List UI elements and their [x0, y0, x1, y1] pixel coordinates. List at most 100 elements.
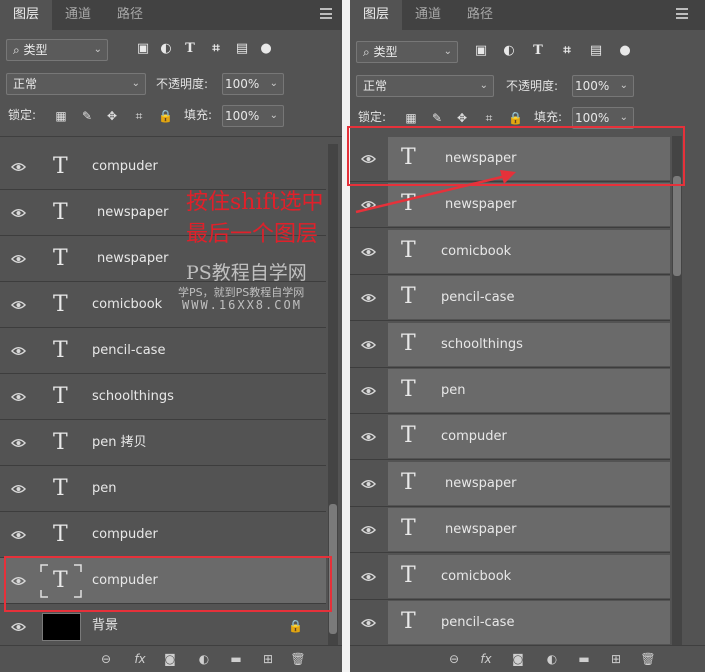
layer-selection-bg [388, 508, 670, 552]
eye-icon[interactable] [11, 530, 26, 540]
trash-icon[interactable]: 🗑 [290, 651, 306, 667]
folder-icon[interactable]: ▬ [228, 651, 244, 667]
link-icon[interactable]: ⊖ [98, 651, 114, 667]
eye-icon[interactable] [11, 346, 26, 356]
tab-channels[interactable]: 通道 [402, 0, 454, 30]
layer-row[interactable]: Tpen [350, 368, 670, 414]
eye-icon[interactable] [11, 208, 26, 218]
layer-row[interactable]: Tcompuder [0, 144, 326, 190]
eye-icon[interactable] [11, 622, 26, 632]
mask-icon[interactable]: ◙ [510, 651, 526, 667]
layer-name: newspaper [445, 522, 517, 538]
eye-icon[interactable] [361, 572, 376, 582]
adjustment-icon[interactable]: ◐ [502, 44, 516, 58]
smart-object-icon[interactable]: ▤ [235, 42, 249, 56]
scrollbar-thumb[interactable] [673, 176, 681, 276]
opacity-field[interactable]: 100% ⌄ [572, 75, 634, 97]
toggle-dot-icon[interactable]: ● [259, 42, 273, 56]
watermark-url: WWW.16XX8.COM [182, 298, 302, 312]
tab-layers[interactable]: 图层 [0, 0, 52, 30]
eye-icon[interactable] [361, 525, 376, 535]
layer-name: newspaper [97, 205, 169, 220]
lock-position-icon[interactable]: ✥ [455, 111, 469, 125]
layer-row[interactable]: Tcompuder [350, 414, 670, 461]
image-icon[interactable]: ▣ [474, 44, 488, 58]
eye-icon[interactable] [361, 247, 376, 257]
panel-menu-icon[interactable] [320, 8, 332, 19]
eye-icon[interactable] [11, 254, 26, 264]
eye-icon[interactable] [361, 200, 376, 210]
eye-icon[interactable] [11, 162, 26, 172]
link-icon[interactable]: ⊖ [446, 651, 462, 667]
lock-position-icon[interactable]: ✥ [105, 109, 119, 123]
tab-layers[interactable]: 图层 [350, 0, 402, 30]
eye-icon[interactable] [361, 479, 376, 489]
layer-row[interactable]: Tnewspaper [350, 507, 670, 554]
tab-channels[interactable]: 通道 [52, 0, 104, 30]
tab-paths[interactable]: 路径 [104, 0, 156, 30]
filter-kind-select[interactable]: ⌕ 类型 ⌄ [6, 39, 108, 61]
layer-row[interactable]: Tpencil-case [350, 275, 670, 322]
shape-icon[interactable]: ⌗ [209, 42, 223, 56]
fill-value: 100% [225, 109, 260, 123]
layer-row[interactable]: Tschoolthings [0, 374, 326, 420]
adjustment-icon[interactable]: ◐ [159, 42, 173, 56]
type-icon[interactable]: T [531, 44, 545, 58]
layer-row[interactable]: Tcomicbook [350, 554, 670, 600]
fx-icon[interactable]: fx [478, 651, 494, 667]
layer-name: comicbook [92, 297, 163, 312]
lock-all-icon[interactable]: 🔒 [158, 109, 173, 123]
eye-icon[interactable] [11, 484, 26, 494]
adjustment-icon[interactable]: ◐ [544, 651, 560, 667]
toggle-dot-icon[interactable]: ● [618, 44, 632, 58]
layer-row[interactable]: Tpen 拷贝 [0, 420, 326, 466]
shape-icon[interactable]: ⌗ [560, 44, 574, 58]
eye-icon[interactable] [361, 432, 376, 442]
layer-row[interactable]: Tnewspaper [350, 182, 670, 229]
folder-icon[interactable]: ▬ [576, 651, 592, 667]
adjustment-icon[interactable]: ◐ [196, 651, 212, 667]
filter-kind-select[interactable]: ⌕ 类型 ⌄ [356, 41, 458, 63]
lock-transparency-icon[interactable]: ▦ [54, 109, 68, 123]
eye-icon[interactable] [361, 618, 376, 628]
lock-artboard-icon[interactable]: ⌗ [132, 109, 146, 123]
type-layer-icon: T [401, 562, 416, 588]
lock-label: 锁定: [358, 110, 387, 124]
blend-mode-select[interactable]: 正常 ⌄ [356, 75, 494, 97]
blend-mode-label: 正常 [13, 77, 38, 91]
fill-field[interactable]: 100% ⌄ [222, 105, 284, 127]
layer-row[interactable]: Tschoolthings [350, 322, 670, 368]
lock-artboard-icon[interactable]: ⌗ [482, 111, 496, 125]
layer-row[interactable]: Tpen [0, 466, 326, 512]
blend-mode-select[interactable]: 正常 ⌄ [6, 73, 146, 95]
eye-icon[interactable] [361, 293, 376, 303]
trash-icon[interactable]: 🗑 [640, 651, 656, 667]
lock-transparency-icon[interactable]: ▦ [404, 111, 418, 125]
lock-pixels-icon[interactable]: ✎ [430, 111, 444, 125]
layer-row[interactable]: Tpencil-case [350, 600, 670, 646]
smart-object-icon[interactable]: ▤ [589, 44, 603, 58]
eye-icon[interactable] [11, 392, 26, 402]
new-layer-icon[interactable]: ⊞ [260, 651, 276, 667]
annotation-line-1: 按住shift选中 [186, 190, 324, 215]
image-icon[interactable]: ▣ [136, 42, 150, 56]
fx-icon[interactable]: fx [132, 651, 148, 667]
opacity-field[interactable]: 100% ⌄ [222, 73, 284, 95]
lock-pixels-icon[interactable]: ✎ [80, 109, 94, 123]
opacity-label: 不透明度: [506, 79, 559, 93]
layer-row[interactable]: Tpencil-case [0, 328, 326, 374]
scrollbar[interactable] [672, 136, 682, 646]
type-icon[interactable]: T [183, 42, 197, 56]
eye-icon[interactable] [11, 300, 26, 310]
new-layer-icon[interactable]: ⊞ [608, 651, 624, 667]
panel-menu-icon[interactable] [676, 8, 688, 19]
eye-icon[interactable] [11, 438, 26, 448]
lock-all-icon[interactable]: 🔒 [508, 111, 523, 125]
eye-icon[interactable] [361, 386, 376, 396]
layer-row[interactable]: Tcompuder [0, 512, 326, 558]
layer-row[interactable]: Tcomicbook [350, 229, 670, 275]
eye-icon[interactable] [361, 340, 376, 350]
tab-paths[interactable]: 路径 [454, 0, 506, 30]
mask-icon[interactable]: ◙ [162, 651, 178, 667]
layer-row[interactable]: Tnewspaper [350, 461, 670, 507]
